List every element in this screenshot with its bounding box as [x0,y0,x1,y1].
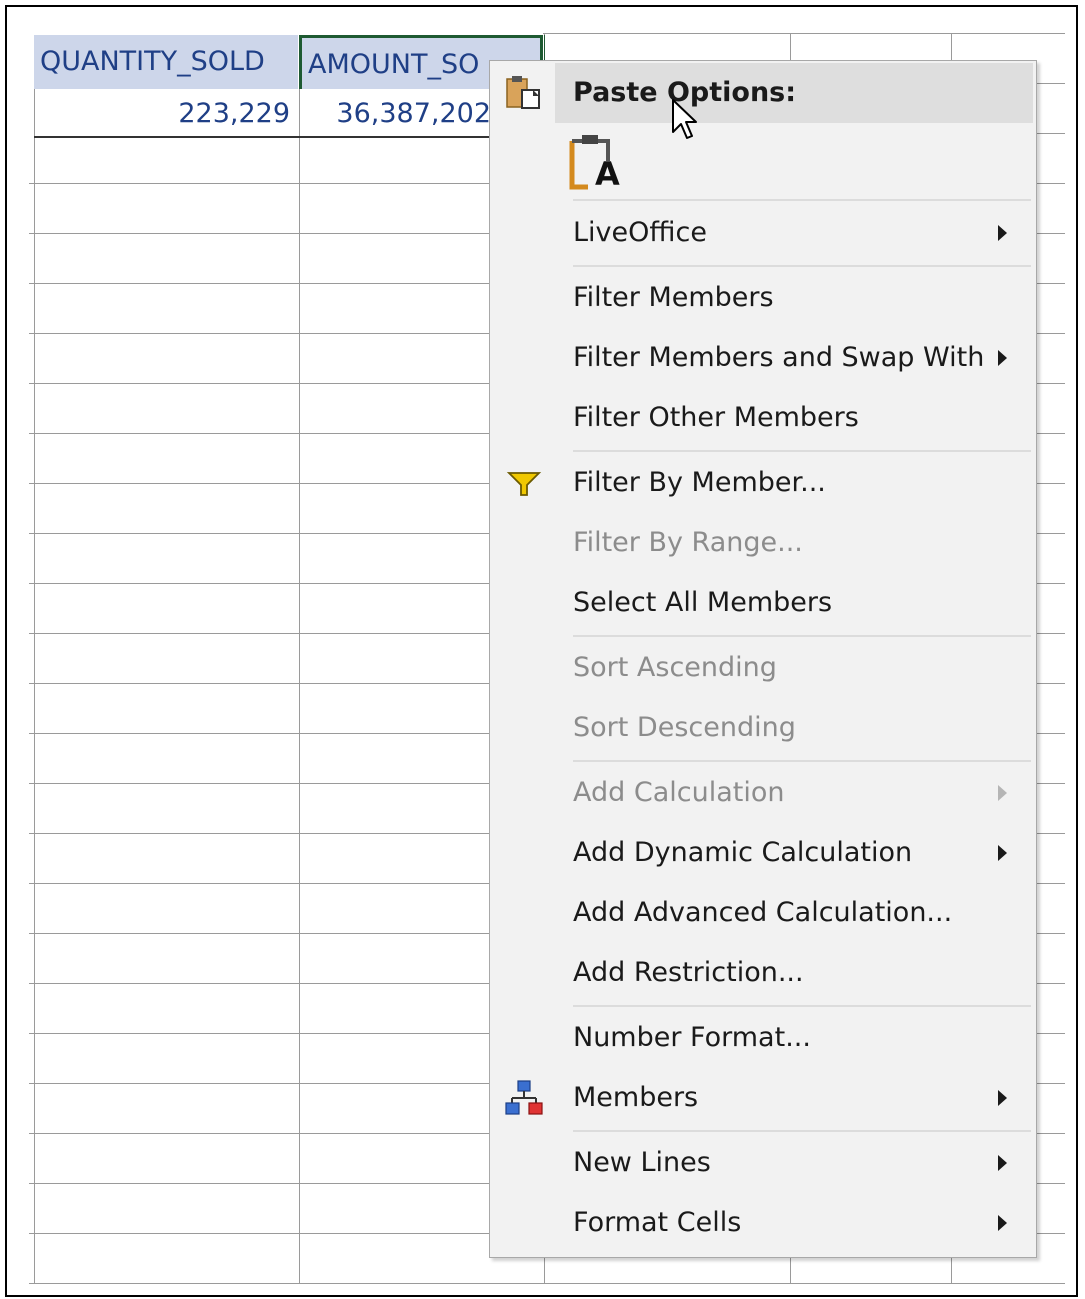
menu-item-label: Add Dynamic Calculation [573,837,913,868]
menu-item-label: Add Calculation [573,777,785,808]
context-menu: Paste Options: A LiveOffice Filter Membe… [489,60,1037,1258]
menu-item-label: Select All Members [573,587,833,618]
menu-item-format-cells[interactable]: Format Cells [490,1193,1036,1253]
hierarchy-icon [504,1078,544,1118]
menu-item-label: Add Restriction... [573,957,804,988]
menu-item-label: Format Cells [573,1207,742,1238]
paste-keep-text-only-icon[interactable]: A [568,133,624,193]
menu-separator [573,1005,1031,1007]
menu-item-label: Filter Other Members [573,402,859,433]
menu-item-new-lines[interactable]: New Lines [490,1133,1036,1193]
menu-separator [573,450,1031,452]
filter-funnel-icon [504,463,544,503]
grid-row-line [543,33,1065,34]
menu-item-label: Filter Members and Swap With [573,342,985,373]
submenu-arrow-icon [998,350,1007,366]
grid-column-line [299,35,300,1283]
grid-column-line [34,35,35,1283]
menu-separator [573,199,1031,201]
menu-item-label: Number Format... [573,1022,811,1053]
column-header-quantity-sold[interactable]: QUANTITY_SOLD [34,35,298,89]
menu-item-select-all-members[interactable]: Select All Members [490,573,1036,633]
table-bottom-border [34,136,504,138]
paste-text-icon-letter: A [595,155,620,193]
menu-separator [573,1130,1031,1132]
menu-item-liveoffice[interactable]: LiveOffice [490,203,1036,263]
grid-row-line [1037,183,1065,184]
submenu-arrow-icon [998,225,1007,241]
menu-item-add-advanced-calculation[interactable]: Add Advanced Calculation... [490,883,1036,943]
menu-item-label: Sort Descending [573,712,796,743]
menu-item-filter-by-range[interactable]: Filter By Range... [490,513,1036,573]
cell-quantity-sold[interactable]: 223,229 [34,91,298,137]
menu-item-add-restriction[interactable]: Add Restriction... [490,943,1036,1003]
menu-separator [573,265,1031,267]
paste-clipboard-icon [504,73,544,113]
menu-item-filter-by-member[interactable]: Filter By Member... [490,453,1036,513]
grid-row-line [1037,133,1065,134]
menu-item-label: Filter By Member... [573,467,826,498]
menu-item-add-calculation[interactable]: Add Calculation [490,763,1036,823]
mouse-cursor-icon [671,98,699,144]
menu-item-filter-members-swap[interactable]: Filter Members and Swap With [490,328,1036,388]
menu-item-label: Add Advanced Calculation... [573,897,953,928]
submenu-arrow-icon [998,1090,1007,1106]
menu-item-label: Filter Members [573,282,774,313]
menu-item-label: Sort Ascending [573,652,777,683]
menu-item-label: LiveOffice [573,217,707,248]
grid-row-line [29,1283,1065,1284]
submenu-arrow-icon [998,1155,1007,1171]
menu-item-filter-other-members[interactable]: Filter Other Members [490,388,1036,448]
submenu-arrow-icon [998,785,1007,801]
cell-amount-sold[interactable]: 36,387,202 [299,91,499,137]
submenu-arrow-icon [998,1215,1007,1231]
menu-separator [573,635,1031,637]
menu-item-sort-descending[interactable]: Sort Descending [490,698,1036,758]
menu-item-add-dynamic-calculation[interactable]: Add Dynamic Calculation [490,823,1036,883]
menu-item-label: Filter By Range... [573,527,803,558]
menu-item-sort-ascending[interactable]: Sort Ascending [490,638,1036,698]
menu-item-filter-members[interactable]: Filter Members [490,268,1036,328]
submenu-arrow-icon [998,845,1007,861]
menu-item-members[interactable]: Members [490,1068,1036,1128]
grid-row-line [1037,83,1065,84]
menu-item-number-format[interactable]: Number Format... [490,1008,1036,1068]
menu-item-label: New Lines [573,1147,711,1178]
menu-separator [573,760,1031,762]
menu-item-label: Members [573,1082,699,1113]
